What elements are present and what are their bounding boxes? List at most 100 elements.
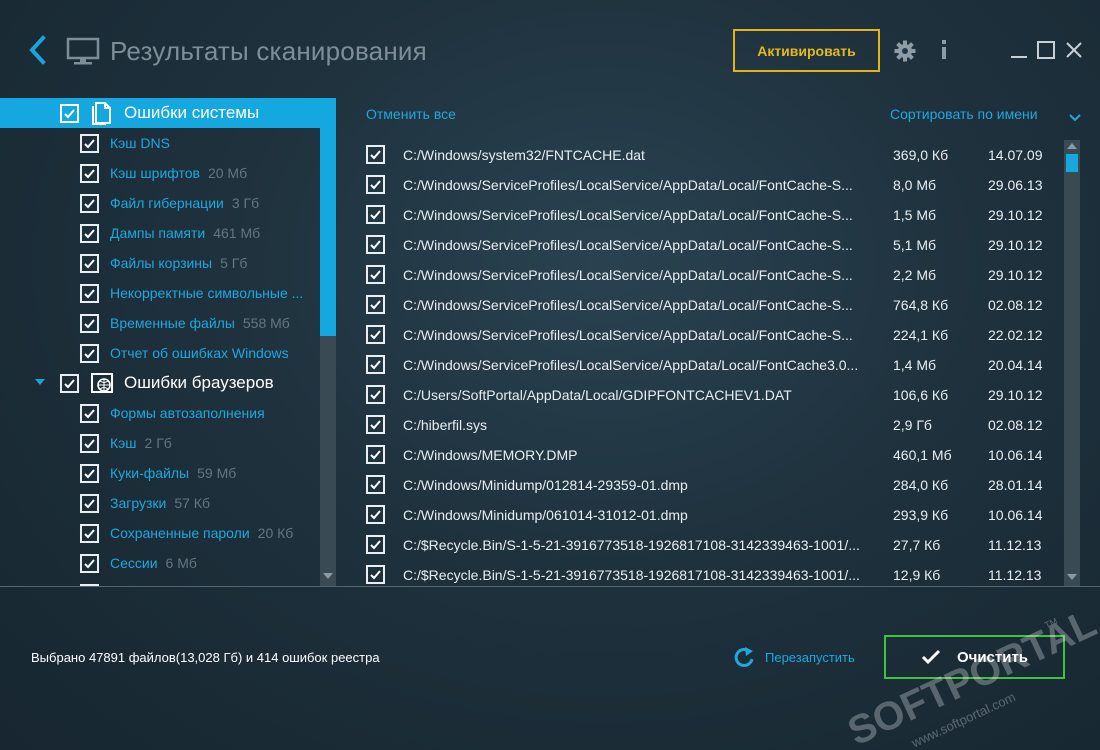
file-row[interactable]: C:/Windows/Minidump/012814-29359-01.dmp 2… [352, 470, 1064, 500]
checkbox[interactable] [60, 374, 79, 393]
tree-item[interactable]: Загрузки 57 Кб [0, 488, 320, 518]
checkbox[interactable] [80, 404, 99, 423]
file-row[interactable]: C:/Windows/ServiceProfiles/LocalService/… [352, 260, 1064, 290]
checkbox[interactable] [366, 235, 385, 254]
clean-button[interactable]: Очистить [884, 635, 1065, 679]
file-date: 28.01.14 [988, 477, 1043, 493]
tree-item-label: Формы автозаполнения [110, 405, 265, 421]
file-row[interactable]: C:/Windows/ServiceProfiles/LocalService/… [352, 350, 1064, 380]
checkbox[interactable] [366, 355, 385, 374]
file-list-scrollbar[interactable] [1064, 140, 1080, 586]
close-icon[interactable] [1064, 40, 1084, 60]
checkbox[interactable] [80, 134, 99, 153]
tree-item[interactable]: Отчет об ошибках Windows [0, 338, 320, 368]
checkbox[interactable] [80, 254, 99, 273]
file-path: C:/Users/SoftPortal/AppData/Local/GDIPFO… [403, 387, 792, 403]
file-row[interactable]: C:/Windows/Minidump/061014-31012-01.dmp 2… [352, 500, 1064, 530]
file-path: C:/Windows/ServiceProfiles/LocalService/… [403, 267, 853, 283]
checkbox[interactable] [80, 464, 99, 483]
scroll-up-icon[interactable] [1067, 143, 1077, 149]
file-row[interactable]: C:/Windows/ServiceProfiles/LocalService/… [352, 200, 1064, 230]
tree-item[interactable]: Некорректные символьные ... [0, 278, 320, 308]
minimize-icon[interactable] [1009, 40, 1029, 60]
file-path: C:/Windows/ServiceProfiles/LocalService/… [403, 297, 853, 313]
file-date: 02.08.12 [988, 297, 1043, 313]
tree-item[interactable]: Кэш DNS [0, 128, 320, 158]
file-row[interactable]: C:/Windows/system32/FNTCACHE.dat 369,0 Кб… [352, 140, 1064, 170]
file-size: 460,1 Мб [893, 447, 952, 463]
tree-item-size: 2 Гб [144, 435, 172, 451]
tree-item[interactable]: Кэш шрифтов 20 Мб [0, 158, 320, 188]
file-row[interactable]: C:/$Recycle.Bin/S-1-5-21-3916773518-1926… [352, 560, 1064, 586]
back-chevron-left-icon[interactable] [26, 34, 52, 66]
scroll-down-icon[interactable] [323, 573, 333, 579]
checkbox[interactable] [366, 415, 385, 434]
info-icon[interactable] [938, 39, 950, 61]
file-path: C:/hiberfil.sys [403, 417, 488, 433]
expand-arrow-icon[interactable] [35, 109, 45, 115]
file-row[interactable]: C:/Windows/ServiceProfiles/LocalService/… [352, 290, 1064, 320]
file-size: 106,6 Кб [893, 387, 949, 403]
tree-item[interactable]: Временные файлы 558 Мб [0, 308, 320, 338]
checkbox[interactable] [80, 284, 99, 303]
file-row[interactable]: C:/$Recycle.Bin/S-1-5-21-3916773518-1926… [352, 530, 1064, 560]
file-row[interactable]: C:/Windows/ServiceProfiles/LocalService/… [352, 230, 1064, 260]
checkbox[interactable] [366, 175, 385, 194]
activate-button[interactable]: Активировать [733, 29, 880, 72]
checkbox[interactable] [366, 205, 385, 224]
tree-item[interactable]: Сессии 6 Мб [0, 548, 320, 578]
checkbox[interactable] [366, 535, 385, 554]
file-size: 27,7 Кб [893, 537, 941, 553]
checkbox[interactable] [366, 505, 385, 524]
category-system-errors[interactable]: Ошибки системы [0, 98, 320, 128]
file-row[interactable]: C:/Windows/ServiceProfiles/LocalService/… [352, 320, 1064, 350]
checkbox[interactable] [80, 194, 99, 213]
checkbox[interactable] [366, 445, 385, 464]
tree-item[interactable]: Формы автозаполнения [0, 398, 320, 428]
tree-item-size: 5 Гб [220, 255, 248, 271]
checkbox[interactable] [80, 554, 99, 573]
checkbox[interactable] [60, 104, 79, 123]
checkbox[interactable] [80, 344, 99, 363]
file-size: 2,2 Мб [893, 267, 937, 283]
sort-dropdown[interactable]: Сортировать по имени [890, 106, 1038, 122]
scroll-down-icon[interactable] [1067, 574, 1077, 580]
tree-item[interactable]: Кэш 2 Гб [0, 428, 320, 458]
expand-arrow-icon[interactable] [35, 379, 45, 385]
checkbox[interactable] [366, 475, 385, 494]
file-row[interactable]: C:/hiberfil.sys 2,9 Гб 02.08.12 [352, 410, 1064, 440]
gear-icon[interactable] [894, 40, 916, 62]
checkbox[interactable] [80, 434, 99, 453]
file-list-scroll-thumb[interactable] [1066, 154, 1078, 172]
checkbox[interactable] [80, 224, 99, 243]
file-row[interactable]: C:/Users/SoftPortal/AppData/Local/GDIPFO… [352, 380, 1064, 410]
file-date: 10.06.14 [988, 447, 1043, 463]
tree-scroll-thumb[interactable] [320, 98, 336, 336]
tree-item[interactable]: Файл гибернации 3 Гб [0, 188, 320, 218]
footer-divider [0, 586, 1100, 587]
file-row[interactable]: C:/Windows/MEMORY.DMP 460,1 Мб 10.06.14 [352, 440, 1064, 470]
checkbox[interactable] [366, 385, 385, 404]
file-date: 10.06.14 [988, 507, 1043, 523]
category-browser-errors[interactable]: Ошибки браузеров [0, 368, 320, 398]
chevron-down-icon[interactable] [1068, 110, 1082, 122]
tree-item[interactable]: Куки-файлы 59 Мб [0, 458, 320, 488]
checkbox[interactable] [366, 325, 385, 344]
checkbox[interactable] [80, 524, 99, 543]
checkbox[interactable] [80, 164, 99, 183]
tree-item-label: Кэш шрифтов [110, 165, 200, 181]
checkbox[interactable] [366, 565, 385, 584]
maximize-icon[interactable] [1036, 40, 1056, 60]
checkbox[interactable] [366, 295, 385, 314]
file-row[interactable]: C:/Windows/ServiceProfiles/LocalService/… [352, 170, 1064, 200]
tree-item[interactable]: Дампы памяти 461 Мб [0, 218, 320, 248]
tree-item[interactable]: Файлы корзины 5 Гб [0, 248, 320, 278]
checkbox[interactable] [366, 145, 385, 164]
file-size: 8,0 Мб [893, 177, 937, 193]
checkbox[interactable] [80, 494, 99, 513]
tree-item[interactable]: Сохраненные пароли 20 Кб [0, 518, 320, 548]
tree-scrollbar[interactable] [320, 98, 336, 586]
cancel-all-link[interactable]: Отменить все [366, 106, 456, 122]
checkbox[interactable] [366, 265, 385, 284]
checkbox[interactable] [80, 314, 99, 333]
